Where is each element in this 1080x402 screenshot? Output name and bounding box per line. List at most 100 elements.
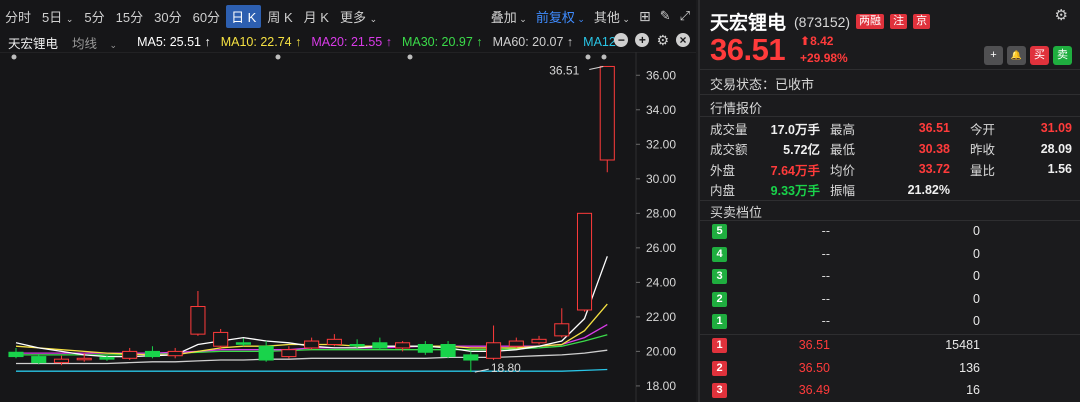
chevron-down-icon: ⌄ (574, 13, 585, 24)
y-tick-label: 28.00 (646, 206, 676, 220)
more-menu[interactable]: 更多 ⌄ (335, 5, 382, 28)
quote-cell: 36.51 (918, 121, 950, 136)
period-tab-weekly[interactable]: 周 K (262, 5, 297, 28)
quote-cell: 5.72亿 (783, 143, 820, 158)
buy-level-price: 36.51 (798, 338, 830, 352)
quote-cell: 21.82% (907, 182, 950, 197)
adjust-dropdown[interactable]: 前复权 ⌄ (536, 7, 585, 26)
last-price: 36.51 (710, 32, 786, 67)
candle-body (554, 323, 570, 337)
close-icon[interactable]: × (676, 33, 690, 47)
candle-body (576, 212, 593, 311)
sell-level-badge: 3 (712, 269, 727, 284)
chevron-down-icon: ⌄ (65, 13, 74, 24)
pen-icon[interactable]: ✎ (660, 8, 671, 24)
candle-body (531, 338, 547, 344)
quote-cell: 28.09 (1040, 141, 1072, 156)
quote-cell: 30.38 (918, 141, 950, 156)
quote-table: 成交量 17.0万手 最高 36.51 今开 31.09 成交额 5.72亿 最低 30.38 昨收… (710, 118, 1072, 200)
quote-row: 成交额 5.72亿 最低 30.38 昨收 28.09 (710, 139, 1072, 160)
sell-level-row[interactable]: 5 -- 0 (700, 220, 1080, 243)
buy-level-price: 36.49 (798, 383, 830, 397)
chevron-down-icon: ⌄ (107, 39, 118, 50)
quote-row: 内盘 9.33万手 振幅 21.82% (710, 180, 1072, 201)
plus-icon[interactable]: + (635, 33, 650, 47)
settings-icon[interactable]: ⚙ (1055, 6, 1068, 24)
sell-level-price: -- (821, 224, 830, 238)
sell-level-row[interactable]: 4 -- 0 (700, 243, 1080, 266)
y-tick-label: 22.00 (646, 310, 676, 324)
quote-cell: 外盘 (710, 163, 736, 178)
low-price-label: 18.80 (491, 361, 521, 375)
period-tab-monthly[interactable]: 月 K (299, 5, 334, 28)
gear-icon[interactable]: ⚙ (656, 33, 669, 47)
sell-button[interactable]: 卖 (1053, 46, 1072, 65)
sell-level-price: -- (821, 269, 830, 283)
sell-level-volume: 0 (973, 291, 980, 306)
other-dropdown[interactable]: 其他 ⌄ (594, 7, 630, 26)
y-tick-label: 26.00 (646, 241, 676, 255)
period-tab-60min[interactable]: 60分 (188, 5, 225, 28)
candle-body (258, 345, 274, 361)
fullscreen-icon[interactable]: ⤢ (680, 8, 690, 24)
period-tab-5day[interactable]: 5日 ⌄ (37, 5, 78, 28)
candle-body (281, 349, 297, 358)
sell-level-row[interactable]: 3 -- 0 (700, 265, 1080, 288)
chevron-down-icon: ⌄ (516, 13, 527, 24)
note-tag: 注 (890, 14, 908, 29)
candle-body (235, 342, 251, 345)
candle-body (167, 350, 183, 357)
period-tab-daily[interactable]: 日 K (226, 4, 262, 28)
overlay-dropdown[interactable]: 叠加 ⌄ (491, 7, 527, 26)
ma20-label: MA20: 21.55 ↑ (311, 35, 392, 49)
scroll-handle-dot (407, 54, 413, 60)
stock-header: 天宏锂电 (873152) 两融 注 京 (710, 8, 931, 35)
buy-button[interactable]: 买 (1030, 46, 1049, 65)
add-watchlist-button[interactable]: + (984, 46, 1003, 65)
candle-body (326, 338, 342, 345)
period-tab-intraday[interactable]: 分时 (0, 5, 36, 28)
sell-level-price: -- (821, 291, 830, 306)
ma12-label: MA12 (583, 35, 616, 49)
buy-level-badge: 2 (712, 360, 727, 376)
period-tab-15min[interactable]: 15分 (111, 5, 148, 28)
period-tab-5min[interactable]: 5分 (79, 5, 109, 28)
sell-level-badge: 5 (712, 224, 727, 239)
candle-body (349, 343, 365, 347)
sell-level-volume: 0 (973, 314, 980, 328)
trade-status: 交易状态：已收市 (710, 77, 815, 92)
period-tab-30min[interactable]: 30分 (149, 5, 186, 28)
candle-body (76, 357, 92, 361)
divider (700, 94, 1080, 95)
sell-level-price: -- (821, 314, 830, 328)
quote-cell: 最低 (830, 143, 856, 158)
buy-level-row[interactable]: 3 36.49 16 (700, 379, 1080, 402)
quote-cell: 振幅 (830, 184, 856, 199)
candle-body (99, 356, 115, 360)
layout-icon[interactable]: ⊞ (639, 8, 651, 25)
candle-body (8, 351, 24, 358)
candle-body (213, 331, 229, 347)
minus-icon[interactable]: − (614, 33, 629, 47)
buy-level-row[interactable]: 1 36.51 15481 (700, 334, 1080, 357)
candle-body (31, 356, 47, 364)
candle-body (417, 343, 433, 353)
orderbook-section-title: 买卖档位 (710, 205, 763, 220)
buy-level-row[interactable]: 2 36.50 136 (700, 357, 1080, 380)
avg-line-dropdown[interactable]: 均线 ⌄ (72, 33, 127, 52)
exchange-tag: 京 (913, 14, 931, 29)
buy-level-price: 36.50 (798, 360, 830, 375)
y-tick-label: 34.00 (646, 103, 676, 117)
scroll-handle-dot (601, 54, 607, 60)
sell-level-row[interactable]: 2 -- 0 (700, 288, 1080, 311)
candle-body (599, 65, 615, 161)
quote-cell: 17.0万手 (770, 122, 820, 137)
divider (700, 116, 1080, 117)
scroll-handle-dot (11, 54, 17, 60)
candle-body (486, 342, 502, 359)
sell-level-row[interactable]: 1 -- 0 (700, 310, 1080, 333)
sell-level-badge: 1 (712, 314, 727, 329)
period-toolbar: 分时 5日 ⌄ 5分 15分 30分 60分 日 K 周 K 月 K 更多 ⌄ … (0, 0, 696, 32)
y-tick-label: 24.00 (646, 275, 676, 289)
alert-button[interactable]: 🔔 (1007, 46, 1026, 65)
